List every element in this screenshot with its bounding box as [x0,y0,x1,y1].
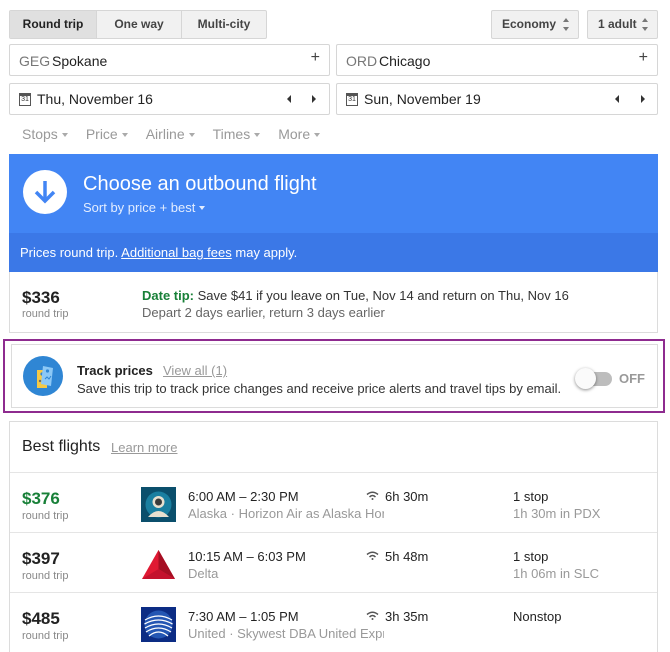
dropdown-caret-icon [121,133,128,137]
cabin-select[interactable]: Economy [491,10,579,39]
destination-city: Chicago [379,53,431,69]
wifi-icon [366,491,379,500]
toggle-knob[interactable] [575,368,596,389]
dropdown-caret-icon [188,133,195,137]
filter-times[interactable]: Times [213,126,261,142]
flight-stops: Nonstop [513,609,562,624]
track-prices-card: Track prices View all (1) Save this trip… [11,344,658,408]
flight-price: $376 [22,489,60,508]
filter-bar: Stops Price Airline Times More [22,126,338,142]
prev-day-icon[interactable] [615,95,619,103]
add-destination-plus-icon[interactable]: + [639,49,648,67]
flight-price: $397 [22,549,60,568]
flight-row[interactable]: $376 round trip 6:00 AM – 2:30 PM Alaska… [10,472,657,532]
flight-stops: 1 stop [513,489,549,504]
toggle-state-label: OFF [619,371,645,386]
flight-airline: Alaska · Horizon Air as Alaska Horizon [188,506,384,521]
depart-date: Thu, November 16 [37,91,153,107]
dropdown-caret-icon [199,206,206,210]
origin-code: GEG [19,53,51,69]
flight-stop-detail: 1h 06m in SLC [513,566,599,581]
flight-row[interactable]: $485 round trip 7:30 AM – 1:05 PM United… [10,592,657,652]
select-arrows-icon [563,18,570,31]
flight-price: $485 [22,609,60,628]
wifi-icon [366,611,379,620]
filter-more[interactable]: More [278,126,321,142]
origin-field[interactable]: GEG Spokane + [9,44,330,76]
tip-detail: Depart 2 days earlier, return 3 days ear… [142,305,385,320]
destination-code: ORD [346,53,378,69]
track-prices-title: Track prices [77,363,153,378]
date-tip[interactable]: $336 round trip Date tip: Save $41 if yo… [9,272,658,333]
wifi-icon [366,551,379,560]
tip-text: Date tip: Save $41 if you leave on Tue, … [142,288,569,303]
flight-stops: 1 stop [513,549,549,564]
price-tag-icon [23,356,63,396]
calendar-icon: 31 [19,93,31,106]
best-flights-section: Best flights Learn more $376 round trip … [9,421,658,652]
dropdown-caret-icon [314,133,321,137]
return-date-field[interactable]: 31 Sun, November 19 [336,83,658,115]
origin-city: Spokane [52,53,108,69]
best-flights-title: Best flights [22,438,101,455]
prev-day-icon[interactable] [287,95,291,103]
flight-stop-detail: 1h 30m in PDX [513,506,601,521]
depart-date-field[interactable]: 31 Thu, November 16 [9,83,330,115]
track-prices-description: Save this trip to track price changes an… [77,381,562,396]
learn-more-link[interactable]: Learn more [111,440,177,455]
flight-price-note: round trip [22,630,69,642]
flight-row[interactable]: $397 round trip 10:15 AM – 6:03 PM Delta… [10,532,657,592]
sort-dropdown[interactable]: Sort by price + best [83,200,206,215]
select-arrows-icon [642,18,649,31]
flight-airline: United · Skywest DBA United Express [188,626,384,641]
outbound-banner: Choose an outbound flight Sort by price … [9,154,658,233]
united-logo-icon [141,607,176,642]
flight-airline: Delta [188,566,219,581]
banner-title: Choose an outbound flight [83,173,317,195]
flight-times: 7:30 AM – 1:05 PM [188,609,299,624]
down-arrow-icon [23,170,67,214]
destination-field[interactable]: ORD Chicago + [336,44,658,76]
filter-stops[interactable]: Stops [22,126,68,142]
bag-fees-link[interactable]: Additional bag fees [121,245,232,260]
return-date: Sun, November 19 [364,91,481,107]
filter-airline[interactable]: Airline [146,126,195,142]
trip-type-selector: Round trip One way Multi-city [9,10,267,39]
tab-round-trip[interactable]: Round trip [10,11,97,38]
calendar-icon: 31 [346,93,358,106]
alaska-logo-icon [141,487,176,522]
tab-one-way[interactable]: One way [97,11,182,38]
price-notice: Prices round trip. Additional bag fees m… [9,233,658,272]
flight-duration: 6h 30m [385,489,429,504]
view-all-link[interactable]: View all (1) [163,363,227,378]
dropdown-caret-icon [61,133,68,137]
tip-price-note: round trip [22,308,69,320]
flight-duration: 5h 48m [385,549,429,564]
filter-price[interactable]: Price [86,126,128,142]
next-day-icon[interactable] [312,95,316,103]
flight-price-note: round trip [22,570,69,582]
flight-times: 10:15 AM – 6:03 PM [188,549,306,564]
passengers-select[interactable]: 1 adult [587,10,658,39]
dropdown-caret-icon [254,133,261,137]
add-origin-plus-icon[interactable]: + [311,49,320,67]
tip-price: $336 [22,288,60,307]
flight-times: 6:00 AM – 2:30 PM [188,489,299,504]
flight-price-note: round trip [22,510,69,522]
passengers-select-value: 1 adult [598,17,637,31]
tab-multi-city[interactable]: Multi-city [182,11,266,38]
flight-duration: 3h 35m [385,609,429,624]
cabin-select-value: Economy [502,17,557,31]
next-day-icon[interactable] [641,95,645,103]
delta-logo-icon [141,547,176,582]
